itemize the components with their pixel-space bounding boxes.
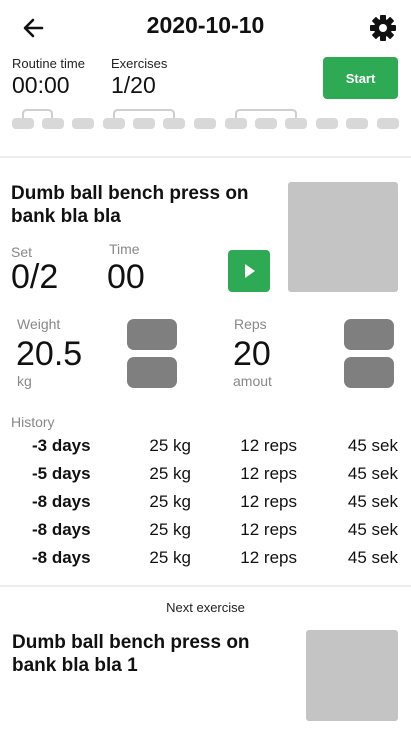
weight-decrease-button[interactable] <box>127 357 177 388</box>
progress-dot <box>377 118 399 129</box>
routine-time-value: 00:00 <box>12 72 70 98</box>
history-day: -3 days <box>32 436 91 455</box>
weight-value: 20.5 <box>16 335 83 373</box>
progress-dot <box>346 118 368 129</box>
progress-dot <box>103 118 125 129</box>
history-reps: 12 reps <box>240 464 297 483</box>
next-exercise-title[interactable]: Dumb ball bench press on bank bla bla 1 <box>12 631 282 677</box>
history-reps: 12 reps <box>240 436 297 455</box>
progress-dot <box>163 118 185 129</box>
progress-dot <box>194 118 216 129</box>
exercise-image <box>288 182 398 292</box>
history-weight: 25 kg <box>149 548 191 567</box>
exercises-value: 1/20 <box>111 72 156 98</box>
history-row: -8 days 25 kg 12 reps 45 sek <box>0 520 411 548</box>
history-day: -8 days <box>32 520 91 539</box>
reps-decrease-button[interactable] <box>344 357 394 388</box>
routine-time-label: Routine time <box>12 56 85 71</box>
reps-unit: amout <box>233 373 272 389</box>
history-duration: 45 sek <box>347 548 398 567</box>
history-weight: 25 kg <box>149 436 191 455</box>
weight-increase-button[interactable] <box>127 319 177 350</box>
reps-value: 20 <box>233 335 271 373</box>
weight-unit: kg <box>17 373 32 389</box>
history-reps: 12 reps <box>240 520 297 539</box>
next-exercise-label: Next exercise <box>166 600 245 615</box>
reps-increase-button[interactable] <box>344 319 394 350</box>
history-duration: 45 sek <box>347 464 398 483</box>
history-day: -8 days <box>32 548 91 567</box>
history-row: -5 days 25 kg 12 reps 45 sek <box>0 464 411 492</box>
progress-dot <box>133 118 155 129</box>
start-button[interactable]: Start <box>323 57 398 99</box>
progress-dot <box>316 118 338 129</box>
divider <box>0 585 411 587</box>
progress-dot <box>285 118 307 129</box>
play-button[interactable] <box>228 250 270 292</box>
gear-icon[interactable] <box>368 13 398 43</box>
history-row: -8 days 25 kg 12 reps 45 sek <box>0 548 411 576</box>
progress-dot <box>12 118 34 129</box>
history-reps: 12 reps <box>240 492 297 511</box>
divider <box>0 156 411 158</box>
history-row: -3 days 25 kg 12 reps 45 sek <box>0 436 411 464</box>
progress-dot <box>72 118 94 129</box>
weight-label: Weight <box>17 316 61 332</box>
history-row: -8 days 25 kg 12 reps 45 sek <box>0 492 411 520</box>
history-duration: 45 sek <box>347 492 398 511</box>
progress-dot <box>42 118 64 129</box>
history-weight: 25 kg <box>149 520 191 539</box>
time-label: Time <box>109 241 140 257</box>
history-weight: 25 kg <box>149 464 191 483</box>
history-duration: 45 sek <box>347 520 398 539</box>
page-title: 2020-10-10 <box>146 12 265 38</box>
progress-dot <box>255 118 277 129</box>
history-reps: 12 reps <box>240 548 297 567</box>
progress-dot <box>225 118 247 129</box>
history-day: -8 days <box>32 492 91 511</box>
exercise-title: Dumb ball bench press on bank bla bla <box>11 183 249 227</box>
reps-label: Reps <box>234 316 267 332</box>
next-exercise-image <box>306 630 398 721</box>
history-day: -5 days <box>32 464 91 483</box>
history-duration: 45 sek <box>347 436 398 455</box>
exercises-label: Exercises <box>111 56 168 71</box>
history-label: History <box>11 414 55 430</box>
history-weight: 25 kg <box>149 492 191 511</box>
play-icon <box>245 264 255 278</box>
set-value: 0/2 <box>11 258 59 296</box>
time-value: 00 <box>107 258 145 296</box>
